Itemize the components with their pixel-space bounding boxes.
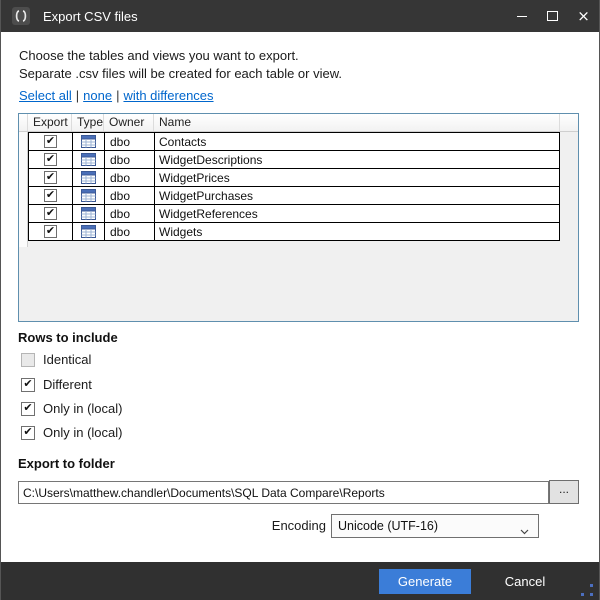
select-none-link[interactable]: none — [83, 88, 112, 103]
include-option: ✔ Only in (local) — [21, 425, 122, 440]
export-folder-input[interactable] — [18, 481, 549, 504]
selection-links: Select all | none | with differences — [19, 88, 214, 103]
include-option: ✔ Only in (local) — [21, 401, 122, 416]
export-checkbox[interactable]: ✔ — [44, 135, 57, 148]
column-header-export[interactable]: Export — [28, 114, 72, 131]
minimize-button[interactable] — [506, 0, 537, 32]
close-icon: × — [577, 9, 590, 24]
include-checkbox[interactable]: ✔ — [21, 402, 35, 416]
link-separator: | — [76, 88, 79, 103]
grid-header-filler — [560, 114, 578, 131]
intro-line-1: Choose the tables and views you want to … — [19, 48, 299, 63]
export-csv-dialog: Export CSV files × Choose the tables and… — [0, 0, 600, 600]
type-cell — [73, 151, 105, 168]
type-cell — [73, 169, 105, 186]
table-row: ✔ dbo Widgets — [28, 222, 560, 241]
table-icon — [81, 171, 96, 184]
grid-header: Export Type Owner Name — [19, 114, 578, 132]
include-checkbox[interactable]: ✔ — [21, 426, 35, 440]
type-cell — [73, 133, 105, 150]
cancel-button[interactable]: Cancel — [490, 569, 560, 594]
select-all-link[interactable]: Select all — [19, 88, 72, 103]
include-checkbox — [21, 353, 35, 367]
footer-bar: Generate Cancel — [1, 562, 599, 600]
column-header-type[interactable]: Type — [72, 114, 104, 131]
export-cell: ✔ — [29, 223, 73, 240]
tables-grid: Export Type Owner Name ✔ — [18, 113, 579, 322]
type-cell — [73, 223, 105, 240]
include-checkbox[interactable]: ✔ — [21, 378, 35, 392]
name-cell: WidgetPurchases — [155, 187, 559, 204]
row-header-strip — [19, 132, 28, 247]
link-separator: | — [116, 88, 119, 103]
title-bar: Export CSV files × — [1, 0, 599, 32]
export-checkbox[interactable]: ✔ — [44, 225, 57, 238]
close-button[interactable]: × — [568, 0, 599, 32]
table-icon — [81, 189, 96, 202]
name-cell: WidgetReferences — [155, 205, 559, 222]
column-header-name[interactable]: Name — [154, 114, 560, 131]
owner-cell: dbo — [105, 151, 155, 168]
maximize-icon — [547, 11, 558, 21]
include-option-label: Different — [43, 377, 92, 392]
owner-cell: dbo — [105, 187, 155, 204]
window-controls: × — [506, 0, 599, 32]
window-title: Export CSV files — [43, 9, 138, 24]
name-cell: WidgetDescriptions — [155, 151, 559, 168]
export-cell: ✔ — [29, 151, 73, 168]
resize-grip-icon[interactable] — [581, 584, 593, 596]
export-to-folder-label: Export to folder — [18, 456, 115, 471]
owner-cell: dbo — [105, 223, 155, 240]
name-cell: Contacts — [155, 133, 559, 150]
generate-button[interactable]: Generate — [379, 569, 471, 594]
table-row: ✔ dbo WidgetPurchases — [28, 186, 560, 205]
name-cell: WidgetPrices — [155, 169, 559, 186]
with-differences-link[interactable]: with differences — [123, 88, 213, 103]
name-cell: Widgets — [155, 223, 559, 240]
include-option-label: Only in (local) — [43, 401, 122, 416]
include-option-label: Identical — [43, 352, 91, 367]
table-row: ✔ dbo WidgetReferences — [28, 204, 560, 223]
table-row: ✔ dbo WidgetPrices — [28, 168, 560, 187]
export-cell: ✔ — [29, 133, 73, 150]
rows-to-include-label: Rows to include — [18, 330, 118, 345]
include-option: ✔ Different — [21, 377, 92, 392]
encoding-value: Unicode (UTF-16) — [338, 519, 438, 533]
encoding-label: Encoding — [231, 518, 326, 533]
maximize-button[interactable] — [537, 0, 568, 32]
owner-cell: dbo — [105, 133, 155, 150]
table-row: ✔ dbo Contacts — [28, 132, 560, 151]
include-option-label: Only in (local) — [43, 425, 122, 440]
export-checkbox[interactable]: ✔ — [44, 171, 57, 184]
export-checkbox[interactable]: ✔ — [44, 189, 57, 202]
table-icon — [81, 153, 96, 166]
chevron-down-icon — [520, 524, 529, 538]
export-cell: ✔ — [29, 205, 73, 222]
owner-cell: dbo — [105, 169, 155, 186]
type-cell — [73, 187, 105, 204]
owner-cell: dbo — [105, 205, 155, 222]
export-cell: ✔ — [29, 169, 73, 186]
table-row: ✔ dbo WidgetDescriptions — [28, 150, 560, 169]
include-option: Identical — [21, 352, 91, 367]
export-checkbox[interactable]: ✔ — [44, 207, 57, 220]
table-icon — [81, 207, 96, 220]
grid-body: ✔ dbo Contacts ✔ — [19, 132, 578, 241]
app-icon — [12, 7, 30, 25]
grid-corner — [19, 114, 28, 131]
encoding-dropdown[interactable]: Unicode (UTF-16) — [331, 514, 539, 538]
browse-folder-button[interactable]: ... — [549, 480, 579, 504]
type-cell — [73, 205, 105, 222]
minimize-icon — [517, 16, 527, 17]
table-icon — [81, 225, 96, 238]
column-header-owner[interactable]: Owner — [104, 114, 154, 131]
export-checkbox[interactable]: ✔ — [44, 153, 57, 166]
intro-line-2: Separate .csv files will be created for … — [19, 66, 342, 81]
export-cell: ✔ — [29, 187, 73, 204]
table-icon — [81, 135, 96, 148]
